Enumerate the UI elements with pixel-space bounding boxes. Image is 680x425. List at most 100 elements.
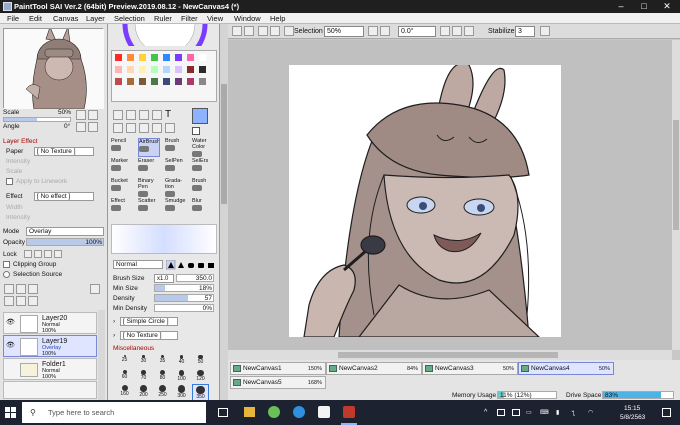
tab-newcanvas3[interactable]: NewCanvas3 50%	[422, 362, 518, 375]
zoom-in-icon[interactable]	[76, 110, 86, 120]
navigator-preview[interactable]	[3, 25, 104, 110]
merge-down-icon[interactable]	[16, 296, 26, 306]
zoom-tool-icon[interactable]	[126, 123, 136, 133]
zoom-in-toolbar-icon[interactable]	[368, 26, 378, 36]
selection-source-radio[interactable]	[3, 271, 10, 278]
color-swatch[interactable]	[199, 54, 206, 61]
battery-icon[interactable]: ▮	[556, 409, 559, 416]
color-swatch[interactable]	[115, 54, 122, 61]
tool-marker[interactable]: Marker	[111, 158, 133, 177]
layer-row-partial[interactable]	[3, 381, 97, 399]
color-swatch[interactable]	[127, 66, 134, 73]
clipping-group-checkbox[interactable]	[3, 261, 10, 268]
tab-newcanvas5[interactable]: NewCanvas5 168%	[230, 376, 326, 389]
color-swatch[interactable]	[199, 66, 206, 73]
file-explorer-icon[interactable]	[244, 407, 255, 417]
zoom-select[interactable]: 50%	[324, 26, 364, 37]
tool-selers[interactable]: SelErs	[192, 158, 214, 177]
network-icon[interactable]	[497, 409, 505, 416]
chrome-icon[interactable]	[268, 406, 280, 418]
taskbar-search-box[interactable]: ⚲ Type here to search	[22, 402, 206, 423]
brush-size-preset[interactable]: 200	[135, 384, 152, 401]
color-wheel[interactable]	[120, 24, 210, 46]
effect-select[interactable]: [ No effect ]	[34, 192, 94, 201]
apply-linework-checkbox[interactable]	[6, 178, 13, 185]
lock-pixels-icon[interactable]	[24, 250, 32, 258]
edge-icon[interactable]	[293, 406, 305, 418]
rotate-ccw-icon[interactable]	[440, 26, 450, 36]
redo-icon[interactable]	[244, 26, 254, 36]
tool-blur[interactable]: Blur	[192, 198, 214, 217]
new-linework-icon[interactable]	[16, 284, 26, 294]
color-swatch[interactable]	[115, 66, 122, 73]
visibility-eye-icon[interactable]: 👁	[6, 318, 16, 326]
lock-move-icon[interactable]	[34, 250, 42, 258]
brush-blend-select[interactable]: Normal	[113, 260, 163, 269]
menu-layer[interactable]: Layer	[86, 14, 105, 23]
move-icon[interactable]	[113, 123, 123, 133]
layer-menu-icon[interactable]	[90, 284, 100, 294]
tool-airbrush[interactable]: AirBrush	[138, 138, 160, 157]
new-folder-icon[interactable]	[28, 284, 38, 294]
texture-expand-icon[interactable]: ›	[113, 332, 115, 339]
color-swatch[interactable]	[139, 78, 146, 85]
brush-size-preset[interactable]: 350	[192, 384, 209, 401]
mail-icon[interactable]	[318, 406, 330, 418]
clock-date[interactable]: 5/8/2563	[620, 414, 645, 421]
shape-expand-icon[interactable]: ›	[113, 318, 115, 325]
tool-binary-pen[interactable]: Binary Pen	[138, 178, 160, 197]
keyboard-icon[interactable]: ⌨	[540, 409, 549, 416]
tool-water-color[interactable]: Water Color	[192, 138, 214, 157]
menu-edit[interactable]: Edit	[29, 14, 42, 23]
menu-ruler[interactable]: Ruler	[154, 14, 172, 23]
tool-bucket[interactable]: Bucket	[111, 178, 133, 197]
language-icon[interactable]: ▭	[526, 409, 532, 416]
brush-size-slider[interactable]: 350.0	[176, 274, 214, 282]
layer-row-layer19[interactable]: 👁 Layer19 Overlay 100%	[3, 335, 97, 357]
clock-time[interactable]: 15:15	[624, 405, 640, 412]
wifi-icon[interactable]: ◠	[588, 409, 593, 416]
tool-grada-tion[interactable]: Grada- tion	[165, 178, 187, 197]
canvas-horizontal-scrollbar[interactable]	[228, 350, 672, 360]
color-swatch[interactable]	[151, 66, 158, 73]
layer-effect-header[interactable]: Layer Effect	[3, 138, 38, 145]
text-tool-icon[interactable]: T	[165, 110, 175, 120]
brush-size-preset[interactable]: 250	[154, 384, 171, 401]
transfer-down-icon[interactable]	[4, 296, 14, 306]
task-view-icon[interactable]	[218, 408, 228, 417]
hand-icon[interactable]	[152, 123, 162, 133]
opacity-slider[interactable]: 100%	[26, 238, 104, 246]
brush-shape-selector[interactable]	[166, 260, 216, 270]
volume-icon[interactable]	[512, 409, 520, 416]
brush-size-multiplier[interactable]: x1.0	[154, 274, 174, 283]
min-density-slider[interactable]: 0%	[154, 304, 214, 312]
color-swatch[interactable]	[199, 78, 206, 85]
visibility-eye-icon[interactable]: 👁	[6, 341, 16, 349]
tool-eraser[interactable]: Eraser	[138, 158, 160, 177]
brush-size-preset[interactable]: 300	[173, 384, 190, 401]
tab-newcanvas2[interactable]: NewCanvas2 84%	[326, 362, 422, 375]
visibility-eye-icon[interactable]	[6, 364, 16, 372]
color-swatch[interactable]	[127, 78, 134, 85]
zoom-out-toolbar-icon[interactable]	[380, 26, 390, 36]
tool-smudge[interactable]: Smudge	[165, 198, 187, 217]
tool-pencil[interactable]: Pencil	[111, 138, 133, 157]
input-method-icon[interactable]: ไ	[572, 409, 575, 419]
layer-row-layer20[interactable]: 👁 Layer20 Normal 100%	[3, 312, 97, 334]
color-swatch[interactable]	[187, 78, 194, 85]
menu-selection[interactable]: Selection	[114, 14, 145, 23]
magic-wand-icon[interactable]	[139, 110, 149, 120]
color-swatch[interactable]	[139, 54, 146, 61]
color-swatch[interactable]	[175, 66, 182, 73]
menu-filter[interactable]: Filter	[181, 14, 198, 23]
lasso-icon[interactable]	[126, 110, 136, 120]
blend-mode-select[interactable]: Overlay	[26, 227, 104, 236]
menu-help[interactable]: Help	[270, 14, 285, 23]
layer-row-folder1[interactable]: Folder1 Normal 100%	[3, 358, 97, 380]
flip-icon[interactable]	[464, 26, 474, 36]
color-swatch[interactable]	[175, 78, 182, 85]
notification-icon[interactable]	[662, 408, 671, 417]
stabilizer-select[interactable]: 3	[515, 26, 535, 37]
menu-file[interactable]: File	[7, 14, 19, 23]
angle-select[interactable]: 0.0°	[398, 26, 436, 37]
